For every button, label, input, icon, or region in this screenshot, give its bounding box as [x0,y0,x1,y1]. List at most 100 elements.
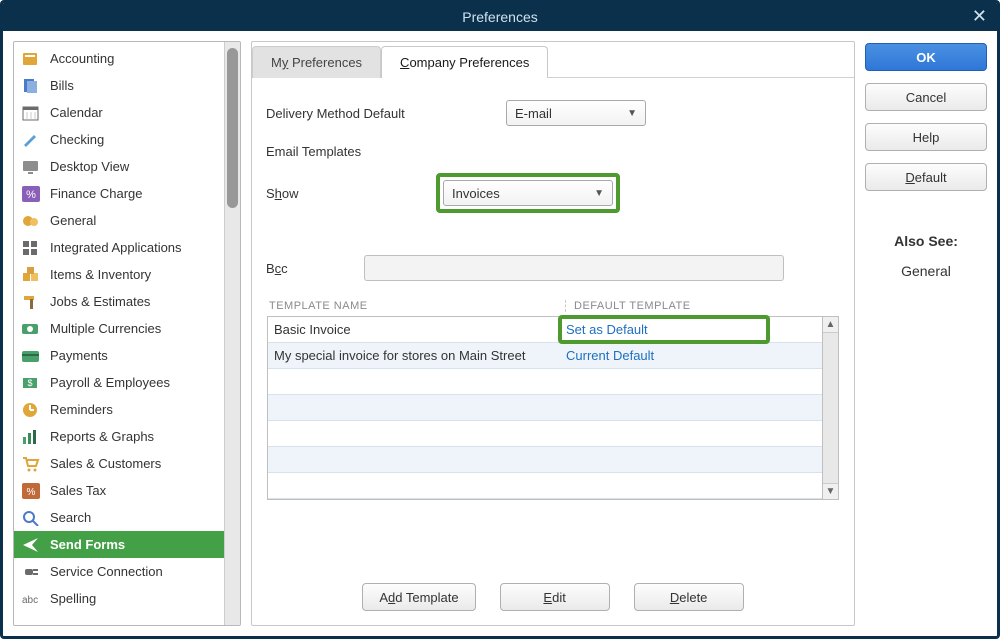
form-area: Delivery Method Default E-mail ▼ Email T… [266,78,840,501]
grid-icon [20,238,42,258]
tax-icon: % [20,481,42,501]
sidebar-item-desktop-view[interactable]: Desktop View [14,153,224,180]
dialog-buttons: OK Cancel Help Default Also See: General [865,41,987,626]
sidebar-item-label: Sales & Customers [50,456,161,471]
sidebar-item-label: Multiple Currencies [50,321,161,336]
sidebar-item-integrated-applications[interactable]: Integrated Applications [14,234,224,261]
table-row[interactable]: Basic InvoiceSet as Default [268,317,822,343]
table-row [268,473,822,499]
delete-ul: D [670,590,679,605]
delivery-method-value: E-mail [515,106,552,121]
svg-text:$: $ [27,378,32,388]
titlebar: Preferences ✕ [3,3,997,31]
col-header-template-name: TEMPLATE NAME [269,300,565,312]
delivery-method-label: Delivery Method Default [266,106,436,121]
sidebar-item-label: Desktop View [50,159,129,174]
default-button[interactable]: Default [865,163,987,191]
tab-my-preferences[interactable]: My Preferences [252,46,381,78]
sidebar-item-finance-charge[interactable]: %Finance Charge [14,180,224,207]
default-template-cell [560,447,822,472]
delivery-method-dropdown[interactable]: E-mail ▼ [506,100,646,126]
template-name-cell [268,369,560,394]
edit-template-button[interactable]: Edit [500,583,610,611]
sidebar-item-multiple-currencies[interactable]: Multiple Currencies [14,315,224,342]
sidebar-item-jobs-estimates[interactable]: Jobs & Estimates [14,288,224,315]
sidebar-item-bills[interactable]: Bills [14,72,224,99]
edit-ul: E [543,590,552,605]
sidebar-item-search[interactable]: Search [14,504,224,531]
payroll-icon: $ [20,373,42,393]
sidebar-item-label: Bills [50,78,74,93]
sidebar-item-payroll-employees[interactable]: $Payroll & Employees [14,369,224,396]
sidebar-item-payments[interactable]: Payments [14,342,224,369]
cancel-button[interactable]: Cancel [865,83,987,111]
sidebar-item-service-connection[interactable]: Service Connection [14,558,224,585]
clock-icon [20,400,42,420]
show-ul: h [275,186,282,201]
scroll-thumb[interactable] [227,48,238,208]
scroll-down-arrow-icon[interactable]: ▼ [823,483,838,499]
scroll-up-arrow-icon[interactable]: ▲ [823,317,838,333]
template-table: TEMPLATE NAME DEFAULT TEMPLATE Basic Inv… [266,299,840,501]
monitor-icon [20,157,42,177]
window-title: Preferences [462,9,537,25]
show-value: Invoices [452,186,500,201]
sidebar-item-general[interactable]: General [14,207,224,234]
sidebar-item-label: Integrated Applications [50,240,182,255]
bcc-suffix: c [281,261,288,276]
add-template-button[interactable]: Add Template [362,583,475,611]
calendar-icon [20,103,42,123]
also-see-link-general[interactable]: General [865,263,987,279]
tab-bar: My Preferences Company Preferences [252,42,854,78]
table-row [268,447,822,473]
cart-icon [20,454,42,474]
sidebar-item-items-inventory[interactable]: Items & Inventory [14,261,224,288]
sidebar-item-reminders[interactable]: Reminders [14,396,224,423]
sidebar-item-label: Sales Tax [50,483,106,498]
sidebar-item-spelling[interactable]: abcSpelling [14,585,224,612]
show-dropdown[interactable]: Invoices ▼ [443,180,613,206]
sidebar-item-accounting[interactable]: Accounting [14,45,224,72]
search-icon [20,508,42,528]
template-name-cell: My special invoice for stores on Main St… [268,343,560,368]
sidebar-item-label: Reminders [50,402,113,417]
sidebar-item-calendar[interactable]: Calendar [14,99,224,126]
template-name-cell [268,447,560,472]
sidebar-scrollbar[interactable] [224,42,240,625]
current-default-label: Current Default [566,348,654,363]
sidebar-item-label: Calendar [50,105,103,120]
col-header-default-template: DEFAULT TEMPLATE [565,300,837,312]
chevron-down-icon: ▼ [627,108,637,119]
set-as-default-link[interactable]: Set as Default [566,322,648,337]
sidebar-item-label: Checking [50,132,104,147]
default-template-cell [560,473,822,498]
show-suffix: ow [282,186,299,201]
abc-icon: abc [20,589,42,609]
gear-people-icon [20,211,42,231]
sidebar-item-reports-graphs[interactable]: Reports & Graphs [14,423,224,450]
sidebar-item-checking[interactable]: Checking [14,126,224,153]
sidebar-item-label: Service Connection [50,564,163,579]
table-row[interactable]: My special invoice for stores on Main St… [268,343,822,369]
tab-company-preferences[interactable]: Company Preferences [381,46,548,78]
sidebar-item-label: Search [50,510,91,525]
chevron-down-icon: ▼ [594,188,604,199]
table-scrollbar[interactable]: ▲ ▼ [823,316,839,500]
ok-button[interactable]: OK [865,43,987,71]
sidebar-item-sales-customers[interactable]: Sales & Customers [14,450,224,477]
close-icon[interactable]: ✕ [972,6,987,27]
default-suffix: efault [915,170,947,185]
delete-template-button[interactable]: Delete [634,583,744,611]
sidebar-item-send-forms[interactable]: Send Forms [14,531,224,558]
bcc-prefix: B [266,261,275,276]
card-icon [20,346,42,366]
currency-icon [20,319,42,339]
template-table-body: Basic InvoiceSet as DefaultMy special in… [267,316,823,500]
hammer-icon [20,292,42,312]
bcc-input[interactable] [364,255,784,281]
template-actions: Add Template Edit Delete [252,583,854,611]
edit-suffix: dit [552,590,566,605]
percent-icon: % [20,184,42,204]
sidebar-item-sales-tax[interactable]: % Sales Tax [14,477,224,504]
help-button[interactable]: Help [865,123,987,151]
